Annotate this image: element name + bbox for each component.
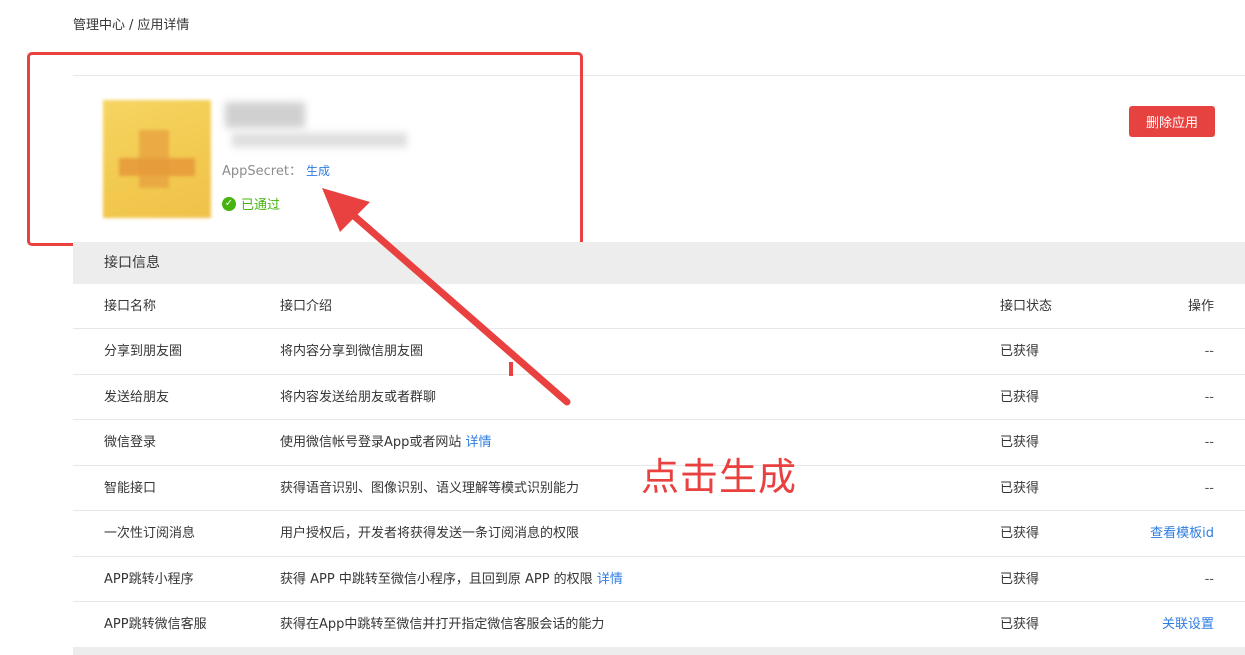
annotation-text: 点击生成 xyxy=(641,455,798,499)
arrow-shaft xyxy=(341,204,571,406)
annotation-arrow xyxy=(322,188,571,406)
